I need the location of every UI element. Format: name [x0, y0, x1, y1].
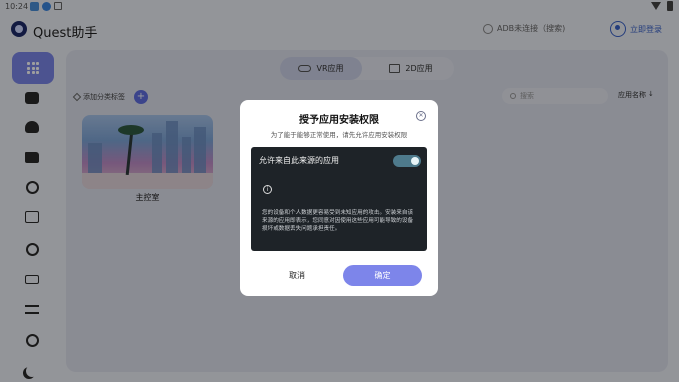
- dialog-subtitle: 为了能于能够正常使用，请先允许应用安装权限: [270, 131, 408, 139]
- confirm-button[interactable]: 确定: [343, 265, 422, 286]
- allow-source-toggle[interactable]: [393, 155, 421, 167]
- allow-source-label: 允许来自此来源的应用: [259, 156, 339, 165]
- dialog-title: 授予应用安装权限: [299, 115, 379, 126]
- close-icon[interactable]: ✕: [416, 111, 426, 121]
- install-permission-dialog: 授予应用安装权限 ✕ 为了能于能够正常使用，请先允许应用安装权限 允许来自此来源…: [240, 100, 438, 296]
- permission-panel: 允许来自此来源的应用 i 您的设备和个人数据更容易受到未知应用的攻击。安装来自该…: [251, 147, 427, 251]
- cancel-button[interactable]: 取消: [270, 266, 324, 286]
- toggle-knob: [411, 157, 419, 165]
- security-warning: 您的设备和个人数据更容易受到未知应用的攻击。安装来自该来源的应用即表示，您同意对…: [262, 210, 414, 232]
- info-icon: i: [263, 185, 272, 194]
